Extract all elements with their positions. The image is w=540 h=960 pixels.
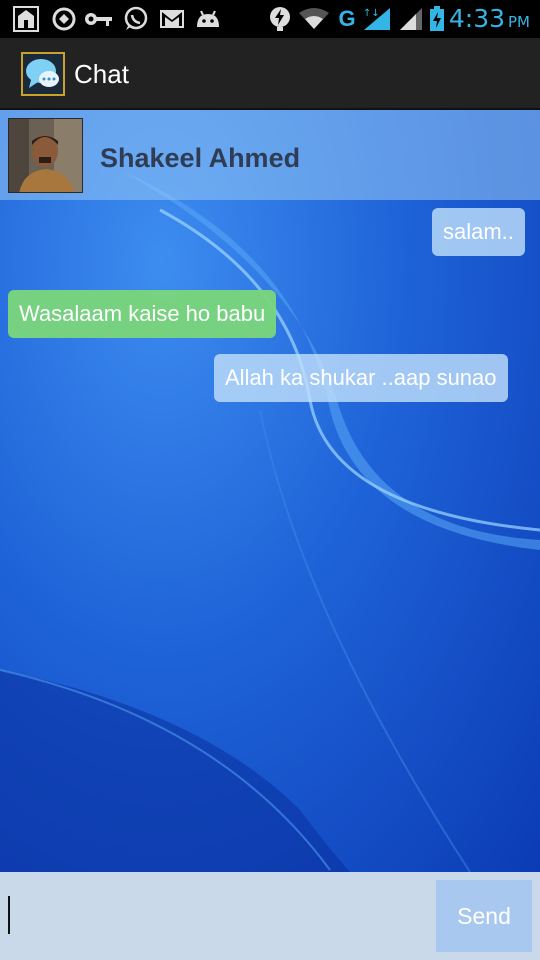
- chat-bubbles-icon[interactable]: [21, 52, 65, 96]
- message-input[interactable]: [0, 872, 430, 960]
- contact-header[interactable]: Shakeel Ahmed: [0, 110, 540, 200]
- outgoing-message[interactable]: salam..: [432, 208, 525, 256]
- status-bar: G ↑↓ 4:33 PM: [0, 0, 540, 38]
- chat-area[interactable]: Shakeel Ahmed salam.. Wasalaam kaise ho …: [0, 110, 540, 872]
- key-icon: [84, 6, 114, 32]
- send-button[interactable]: Send: [436, 880, 532, 952]
- avatar[interactable]: [8, 118, 83, 193]
- gmail-icon: [158, 6, 186, 32]
- android-debug-icon: [194, 6, 222, 32]
- sync-icon: [50, 6, 78, 32]
- prayer-app-icon: [12, 6, 40, 32]
- action-bar-title: Chat: [74, 59, 129, 89]
- wifi-icon: [298, 6, 330, 32]
- clock: 4:33 PM: [448, 4, 530, 33]
- text-cursor: [8, 896, 10, 934]
- incoming-message[interactable]: Wasalaam kaise ho babu: [8, 290, 277, 338]
- whatsapp-icon: [122, 6, 150, 32]
- contact-name: Shakeel Ahmed: [100, 143, 301, 173]
- battery-saver-icon: [268, 6, 292, 32]
- signal-icon: ↑↓: [362, 6, 392, 32]
- svg-text:↑↓: ↑↓: [363, 8, 380, 19]
- signal-strength-icon: [398, 6, 424, 32]
- battery-icon: [428, 6, 446, 32]
- network-type-indicator: G: [338, 6, 356, 31]
- outgoing-message[interactable]: Allah ka shukar ..aap sunao: [214, 354, 508, 402]
- action-bar: Chat: [0, 38, 540, 110]
- composer-bar: Send: [0, 872, 540, 960]
